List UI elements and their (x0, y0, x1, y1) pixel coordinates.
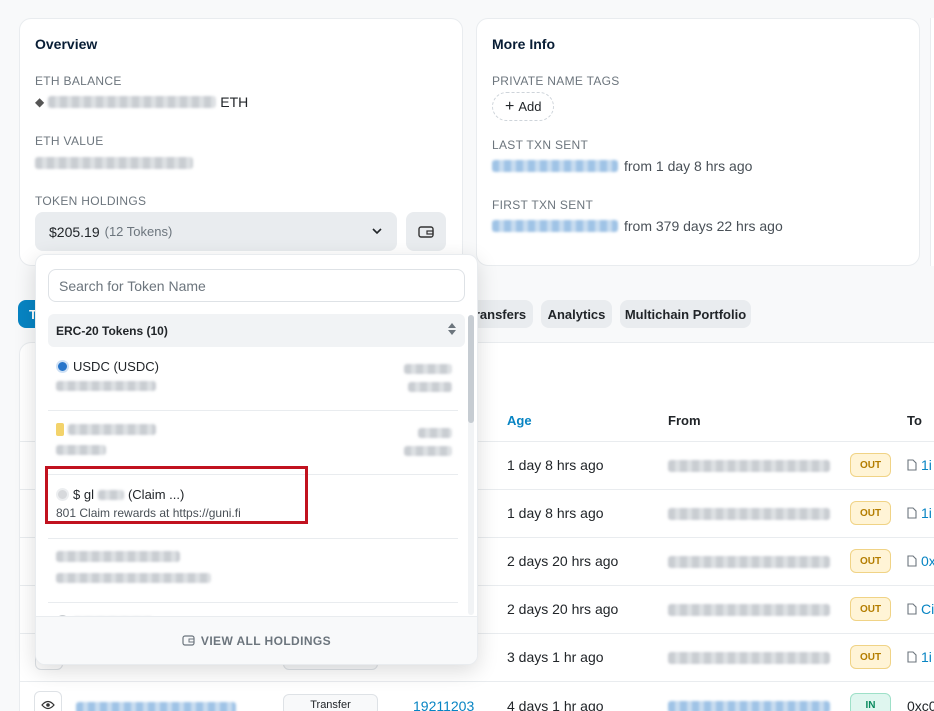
table-row-age: 1 day 8 hrs ago (507, 457, 604, 473)
table-row-age: 2 days 20 hrs ago (507, 553, 619, 569)
token-value-redacted (404, 360, 452, 376)
to-address[interactable]: 1i (907, 649, 932, 665)
token-name: USDC (USDC) (73, 359, 159, 374)
token-name-redacted (68, 424, 156, 435)
erc20-group-label: ERC-20 Tokens (10) (56, 323, 168, 338)
column-header-to: To (907, 413, 922, 428)
third-card-edge (930, 18, 934, 266)
last-txn-age: from 1 day 8 hrs ago (624, 158, 753, 174)
token-icon (56, 423, 64, 436)
document-icon (907, 459, 917, 471)
table-row-age: 1 day 8 hrs ago (507, 505, 604, 521)
row-divider (19, 681, 934, 682)
eth-balance-amount-redacted (48, 96, 217, 108)
from-address-redacted[interactable] (668, 553, 830, 569)
column-header-from: From (668, 413, 701, 428)
eth-value-amount (35, 154, 193, 170)
view-details-button[interactable] (34, 691, 62, 711)
from-address-redacted[interactable] (668, 601, 830, 617)
method-badge: Transfer (283, 694, 378, 711)
from-address-redacted[interactable] (668, 698, 830, 711)
token-balance-redacted (56, 570, 211, 584)
table-row-age: 4 days 1 hr ago (507, 698, 604, 711)
more-info-card: More Info PRIVATE NAME TAGS + Add LAST T… (476, 18, 920, 266)
token-name-redacted (56, 551, 180, 562)
wallet-button[interactable] (406, 212, 446, 251)
eth-balance-label: ETH BALANCE (35, 74, 122, 88)
token-balance-redacted (56, 442, 106, 456)
token-search-input[interactable] (48, 269, 465, 302)
tab-analytics[interactable]: Analytics (541, 300, 612, 328)
to-address[interactable]: 0x (907, 553, 934, 569)
document-icon (907, 603, 917, 615)
eth-value-redacted (35, 157, 193, 170)
to-address[interactable]: 0xc0 (907, 698, 934, 711)
highlight-box (45, 466, 308, 524)
sort-icon (447, 322, 457, 339)
private-name-tags-label: PRIVATE NAME TAGS (492, 74, 620, 88)
column-header-age[interactable]: Age (507, 413, 532, 428)
direction-badge: OUT (850, 501, 891, 525)
token-value-redacted (418, 424, 452, 440)
usdc-icon (56, 360, 69, 373)
view-all-holdings-button[interactable]: VIEW ALL HOLDINGS (36, 616, 477, 664)
last-txn-label: LAST TXN SENT (492, 138, 589, 152)
view-all-holdings-label: VIEW ALL HOLDINGS (200, 633, 332, 648)
add-name-tag-button[interactable]: + Add (492, 92, 555, 121)
eth-balance-value: ◆ ETH (35, 94, 248, 110)
wallet-icon (182, 635, 195, 646)
direction-badge: OUT (850, 597, 891, 621)
document-icon (907, 651, 917, 663)
table-row-age: 2 days 20 hrs ago (507, 601, 619, 617)
eth-balance-unit: ETH (220, 94, 249, 110)
token-holdings-count: (12 Tokens) (104, 224, 173, 239)
from-address-redacted[interactable] (668, 457, 830, 473)
first-txn-label: FIRST TXN SENT (492, 198, 594, 212)
dropdown-scrollbar-thumb[interactable] (468, 315, 474, 423)
direction-badge: OUT (850, 645, 891, 669)
from-address-redacted[interactable] (668, 505, 830, 521)
last-txn-value: from 1 day 8 hrs ago (492, 158, 752, 174)
last-txn-hash-link[interactable] (492, 160, 618, 172)
token-balance-redacted (56, 378, 156, 392)
plus-icon: + (505, 97, 515, 115)
more-info-title: More Info (492, 36, 555, 52)
direction-badge: IN (850, 693, 891, 711)
overview-card: Overview ETH BALANCE ◆ ETH ETH VALUE TOK… (19, 18, 463, 266)
direction-badge: OUT (850, 549, 891, 573)
token-holdings-select[interactable]: $205.19 (12 Tokens) (35, 212, 397, 251)
document-icon (907, 555, 917, 567)
first-txn-age: from 379 days 22 hrs ago (624, 218, 783, 234)
txn-hash-redacted[interactable] (76, 699, 236, 711)
wallet-icon (418, 225, 434, 238)
token-holdings-dropdown: ERC-20 Tokens (10) USDC (USDC) $ gl (Cla… (35, 254, 478, 665)
token-item[interactable]: USDC (USDC) (48, 347, 458, 411)
document-icon (907, 507, 917, 519)
token-price-redacted (404, 442, 452, 458)
tab-multichain-portfolio[interactable]: Multichain Portfolio (620, 300, 751, 328)
add-label: Add (518, 99, 542, 114)
eth-icon: ◆ (35, 95, 45, 109)
direction-badge: OUT (850, 453, 891, 477)
chevron-down-icon (371, 224, 383, 240)
to-address[interactable]: Ci (907, 601, 934, 617)
block-number-link[interactable]: 19211203 (413, 698, 474, 711)
token-holdings-value: $205.19 (49, 223, 100, 240)
erc20-group-header[interactable]: ERC-20 Tokens (10) (48, 314, 465, 347)
from-address-redacted[interactable] (668, 649, 830, 665)
to-address[interactable]: 1i (907, 505, 932, 521)
eth-value-label: ETH VALUE (35, 134, 104, 148)
overview-title: Overview (35, 36, 98, 52)
to-address[interactable]: 1i (907, 457, 932, 473)
first-txn-value: from 379 days 22 hrs ago (492, 218, 783, 234)
eye-icon (41, 700, 55, 710)
table-row-age: 3 days 1 hr ago (507, 649, 604, 665)
token-item[interactable] (48, 539, 458, 603)
token-holdings-label: TOKEN HOLDINGS (35, 194, 147, 208)
token-price-redacted (408, 378, 452, 394)
first-txn-hash-link[interactable] (492, 220, 618, 232)
